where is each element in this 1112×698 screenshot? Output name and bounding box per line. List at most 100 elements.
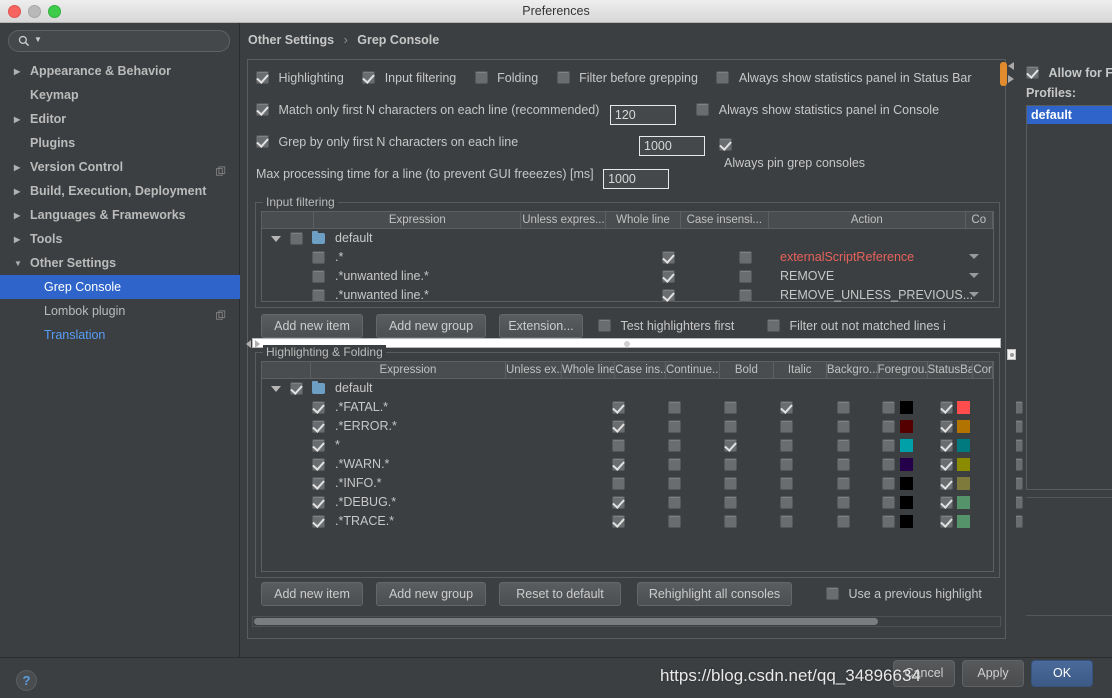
hl-foreground-checkbox[interactable] bbox=[940, 477, 953, 490]
if-expression-cell[interactable]: .*unwanted line.* bbox=[335, 267, 429, 286]
hl-italic-checkbox[interactable] bbox=[837, 515, 850, 528]
hl-expression-cell[interactable]: .*WARN.* bbox=[335, 455, 389, 474]
hl-expression-cell[interactable]: .*ERROR.* bbox=[335, 417, 397, 436]
table-row[interactable]: .* externalScriptReference bbox=[262, 248, 993, 267]
hl-background-color-swatch[interactable] bbox=[900, 401, 913, 414]
table-row[interactable]: default bbox=[262, 379, 993, 398]
hl-bold-checkbox[interactable] bbox=[780, 496, 793, 509]
splitter-knob[interactable] bbox=[623, 341, 630, 347]
input-filtering-table[interactable]: Expression Unless expres... Whole line Case… bbox=[261, 211, 994, 302]
filter-out-not-matched-checkbox[interactable] bbox=[767, 319, 780, 332]
vertical-splitter[interactable] bbox=[1007, 59, 1016, 639]
hl-continue-matching-checkbox[interactable] bbox=[724, 458, 737, 471]
hl-foreground-checkbox[interactable] bbox=[940, 401, 953, 414]
if-column-header[interactable]: Action bbox=[769, 212, 966, 228]
chevron-right-icon[interactable]: ▶ bbox=[14, 156, 26, 180]
filter-out-not-matched-option[interactable]: Filter out not matched lines i bbox=[767, 317, 946, 335]
highlighting-table[interactable]: Expression Unless ex... Whole line Case ins… bbox=[261, 361, 1023, 572]
hl-foreground-color-swatch[interactable] bbox=[957, 515, 970, 528]
ok-button[interactable]: OK bbox=[1031, 660, 1093, 687]
chevron-right-icon[interactable]: ▶ bbox=[14, 84, 26, 108]
hl-whole-line-checkbox[interactable] bbox=[612, 496, 625, 509]
chevron-right-icon[interactable]: ▶ bbox=[14, 180, 26, 204]
sidebar-item-build-execution-deployment[interactable]: ▶ Build, Execution, Deployment bbox=[0, 179, 240, 203]
hl-whole-line-checkbox[interactable] bbox=[612, 515, 625, 528]
hl-row-enable-checkbox[interactable] bbox=[312, 420, 325, 433]
if-whole-line-checkbox[interactable] bbox=[662, 289, 675, 302]
folding-checkbox[interactable] bbox=[474, 71, 488, 84]
hl-foreground-color-swatch[interactable] bbox=[957, 420, 970, 433]
splitter-collapse-up-icon[interactable] bbox=[246, 340, 251, 348]
breadcrumb-parent[interactable]: Other Settings bbox=[248, 33, 334, 47]
search-input[interactable]: ▼ bbox=[8, 30, 230, 52]
hl-italic-checkbox[interactable] bbox=[837, 439, 850, 452]
table-row[interactable]: .*ERROR.* bbox=[262, 417, 1023, 436]
hl-italic-checkbox[interactable] bbox=[837, 458, 850, 471]
sidebar-item-other-settings[interactable]: ▼ Other Settings bbox=[0, 251, 240, 275]
if-case-insensitive-checkbox[interactable] bbox=[739, 270, 752, 283]
expand-triangle-icon[interactable] bbox=[271, 386, 281, 392]
hl-column-header[interactable]: Whole line bbox=[562, 362, 616, 378]
table-row[interactable]: .*unwanted line.* REMOVE_UNLESS_PREVIOUS.… bbox=[262, 286, 993, 305]
option-stats-console[interactable]: Always show statistics panel in Console bbox=[696, 101, 939, 118]
if-expression-cell[interactable]: .*unwanted line.* bbox=[335, 286, 429, 305]
use-previous-highlight-option[interactable]: Use a previous highlight bbox=[826, 585, 982, 603]
hl-italic-checkbox[interactable] bbox=[837, 496, 850, 509]
hl-column-header[interactable]: StatusBa... bbox=[928, 362, 974, 378]
hl-case-insensitive-checkbox[interactable] bbox=[668, 477, 681, 490]
if-row-enable-checkbox[interactable] bbox=[312, 251, 325, 264]
chevron-down-icon[interactable] bbox=[969, 273, 979, 278]
hl-background-checkbox[interactable] bbox=[882, 496, 895, 509]
hl-background-color-swatch[interactable] bbox=[900, 439, 913, 452]
table-row[interactable]: .*FATAL.* bbox=[262, 398, 1023, 417]
use-previous-highlight-checkbox[interactable] bbox=[826, 587, 839, 600]
sidebar-item-grep-console[interactable]: Grep Console bbox=[0, 275, 240, 299]
hl-background-color-swatch[interactable] bbox=[900, 515, 913, 528]
splitter-arrow-left-icon[interactable] bbox=[1008, 62, 1014, 70]
hl-continue-matching-checkbox[interactable] bbox=[724, 496, 737, 509]
hl-background-checkbox[interactable] bbox=[882, 439, 895, 452]
if-column-header[interactable]: Co bbox=[966, 212, 993, 228]
sidebar-item-tools[interactable]: ▶ Tools bbox=[0, 227, 240, 251]
hl-row-enable-checkbox[interactable] bbox=[312, 439, 325, 452]
hl-background-checkbox[interactable] bbox=[882, 420, 895, 433]
hl-column-header[interactable]: Unless ex... bbox=[506, 362, 562, 378]
table-row[interactable]: .*unwanted line.* REMOVE bbox=[262, 267, 993, 286]
stats-console-checkbox[interactable] bbox=[696, 103, 710, 116]
test-highlighters-first-checkbox[interactable] bbox=[598, 319, 611, 332]
hl-whole-line-checkbox[interactable] bbox=[612, 439, 625, 452]
hl-case-insensitive-checkbox[interactable] bbox=[668, 401, 681, 414]
option-filter-before-grepping[interactable]: Filter before grepping bbox=[556, 69, 703, 86]
option-pin-consoles[interactable]: Always pin grep consoles bbox=[719, 136, 865, 172]
option-input-filtering[interactable]: Input filtering bbox=[362, 69, 460, 86]
chevron-down-icon[interactable]: ▼ bbox=[14, 252, 26, 276]
if-case-insensitive-checkbox[interactable] bbox=[739, 289, 752, 302]
hl-whole-line-checkbox[interactable] bbox=[612, 401, 625, 414]
if-add-new-item-button[interactable]: Add new item bbox=[261, 314, 363, 338]
sidebar-item-version-control[interactable]: ▶ Version Control bbox=[0, 155, 240, 179]
hl-italic-checkbox[interactable] bbox=[837, 420, 850, 433]
hl-continue-matching-checkbox[interactable] bbox=[724, 515, 737, 528]
if-column-header[interactable]: Whole line bbox=[606, 212, 681, 228]
hl-column-header[interactable] bbox=[262, 362, 312, 378]
chevron-down-icon[interactable] bbox=[969, 254, 979, 259]
hl-foreground-checkbox[interactable] bbox=[940, 458, 953, 471]
hl-bold-checkbox[interactable] bbox=[780, 420, 793, 433]
option-stats-status-bar[interactable]: Always show statistics panel in Status B… bbox=[716, 69, 972, 86]
sidebar-item-languages-frameworks[interactable]: ▶ Languages & Frameworks bbox=[0, 203, 240, 227]
hl-continue-matching-checkbox[interactable] bbox=[724, 477, 737, 490]
hl-bold-checkbox[interactable] bbox=[780, 515, 793, 528]
hl-foreground-color-swatch[interactable] bbox=[957, 458, 970, 471]
hl-continue-matching-checkbox[interactable] bbox=[724, 439, 737, 452]
if-row-enable-checkbox[interactable] bbox=[312, 270, 325, 283]
hl-bold-checkbox[interactable] bbox=[780, 458, 793, 471]
profile-item-default[interactable]: default bbox=[1027, 106, 1112, 124]
if-whole-line-checkbox[interactable] bbox=[662, 251, 675, 264]
if-add-new-group-button[interactable]: Add new group bbox=[376, 314, 486, 338]
chevron-right-icon[interactable]: ▶ bbox=[14, 108, 26, 132]
hl-column-header[interactable]: Expression bbox=[311, 362, 506, 378]
hl-expression-cell[interactable]: .*FATAL.* bbox=[335, 398, 388, 417]
hl-row-enable-checkbox[interactable] bbox=[312, 496, 325, 509]
hl-background-color-swatch[interactable] bbox=[900, 477, 913, 490]
if-column-header[interactable]: Expression bbox=[314, 212, 522, 228]
